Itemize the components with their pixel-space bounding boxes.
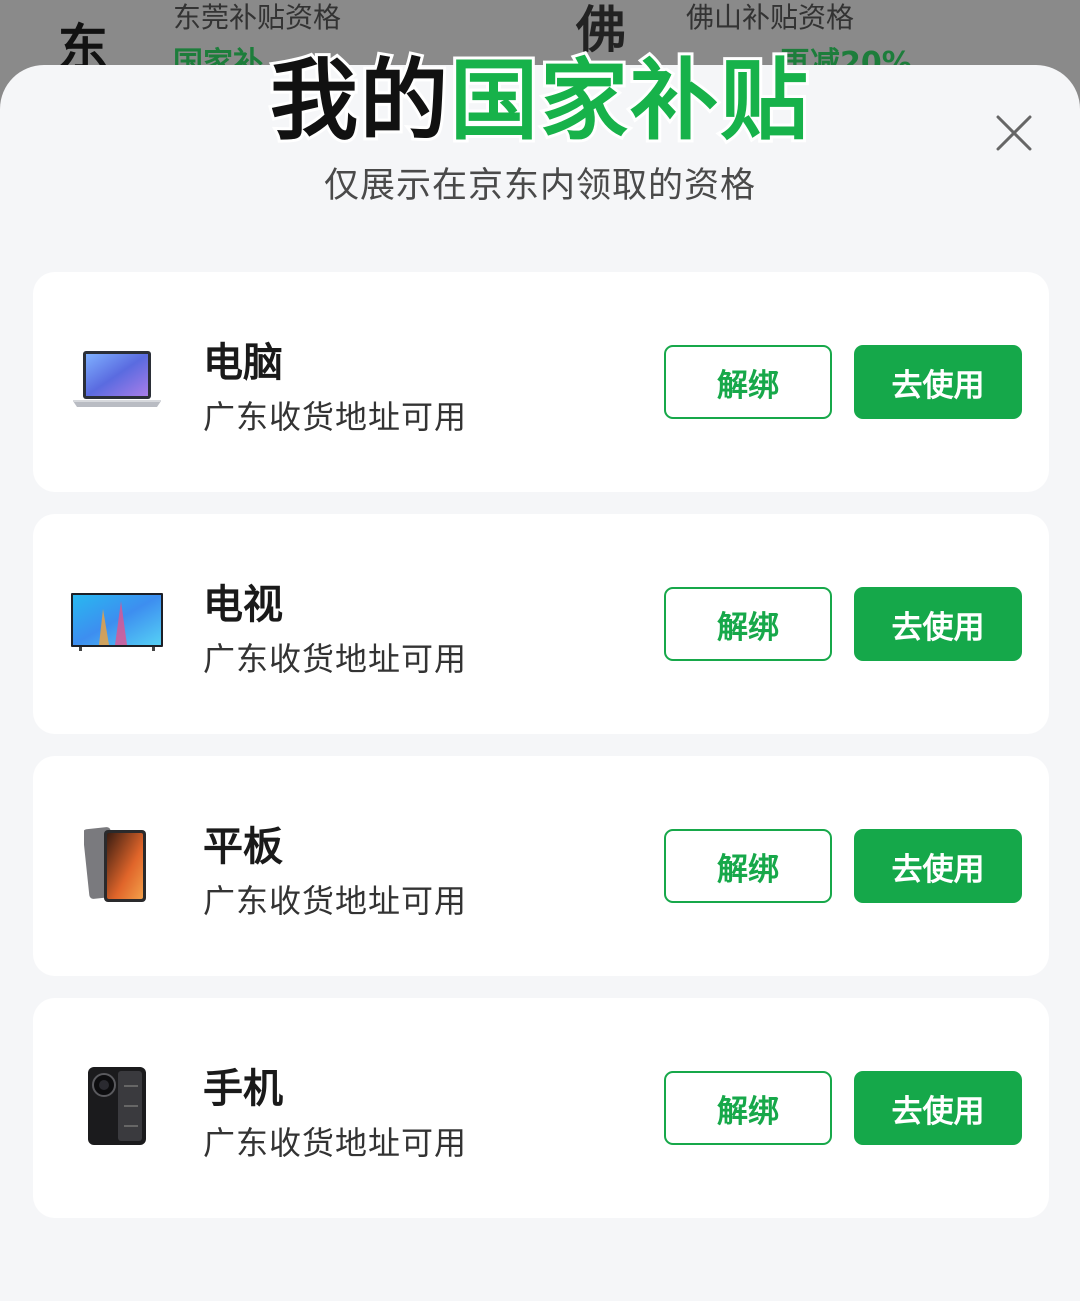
item-name: 手机 (203, 1066, 283, 1112)
use-button[interactable]: 去使用 (854, 587, 1022, 661)
list-item-computer: 电脑 广东收货地址可用 解绑 去使用 (33, 272, 1049, 492)
use-button[interactable]: 去使用 (854, 1071, 1022, 1145)
use-button[interactable]: 去使用 (854, 345, 1022, 419)
item-description: 广东收货地址可用 (203, 882, 468, 920)
tablet-icon (69, 816, 165, 912)
unbind-button[interactable]: 解绑 (664, 345, 832, 419)
tv-icon (69, 574, 165, 670)
unbind-button[interactable]: 解绑 (664, 1071, 832, 1145)
item-description: 广东收货地址可用 (203, 640, 468, 678)
item-name: 电脑 (203, 340, 283, 386)
subsidy-sheet: 仅展示在京东内领取的资格 电脑 广东收货地址可用 解绑 去使用 电视 广东收货地… (0, 65, 1080, 1301)
item-description: 广东收货地址可用 (203, 1124, 468, 1162)
phone-icon (69, 1058, 165, 1154)
qualification-list: 电脑 广东收货地址可用 解绑 去使用 电视 广东收货地址可用 解绑 去使用 平板… (33, 272, 1049, 1240)
item-name: 平板 (203, 824, 283, 870)
unbind-button[interactable]: 解绑 (664, 829, 832, 903)
sheet-subtitle: 仅展示在京东内领取的资格 (323, 166, 756, 206)
overlay-title: 我的国家补贴 (0, 30, 1080, 157)
item-name: 电视 (203, 582, 283, 628)
overlay-title-green: 国家补贴 (447, 46, 811, 155)
item-description: 广东收货地址可用 (203, 398, 468, 436)
unbind-button[interactable]: 解绑 (664, 587, 832, 661)
overlay-title-dark: 我的 (267, 46, 451, 155)
list-item-phone: 手机 广东收货地址可用 解绑 去使用 (33, 998, 1049, 1218)
list-item-tablet: 平板 广东收货地址可用 解绑 去使用 (33, 756, 1049, 976)
list-item-tv: 电视 广东收货地址可用 解绑 去使用 (33, 514, 1049, 734)
use-button[interactable]: 去使用 (854, 829, 1022, 903)
laptop-icon (69, 332, 165, 428)
